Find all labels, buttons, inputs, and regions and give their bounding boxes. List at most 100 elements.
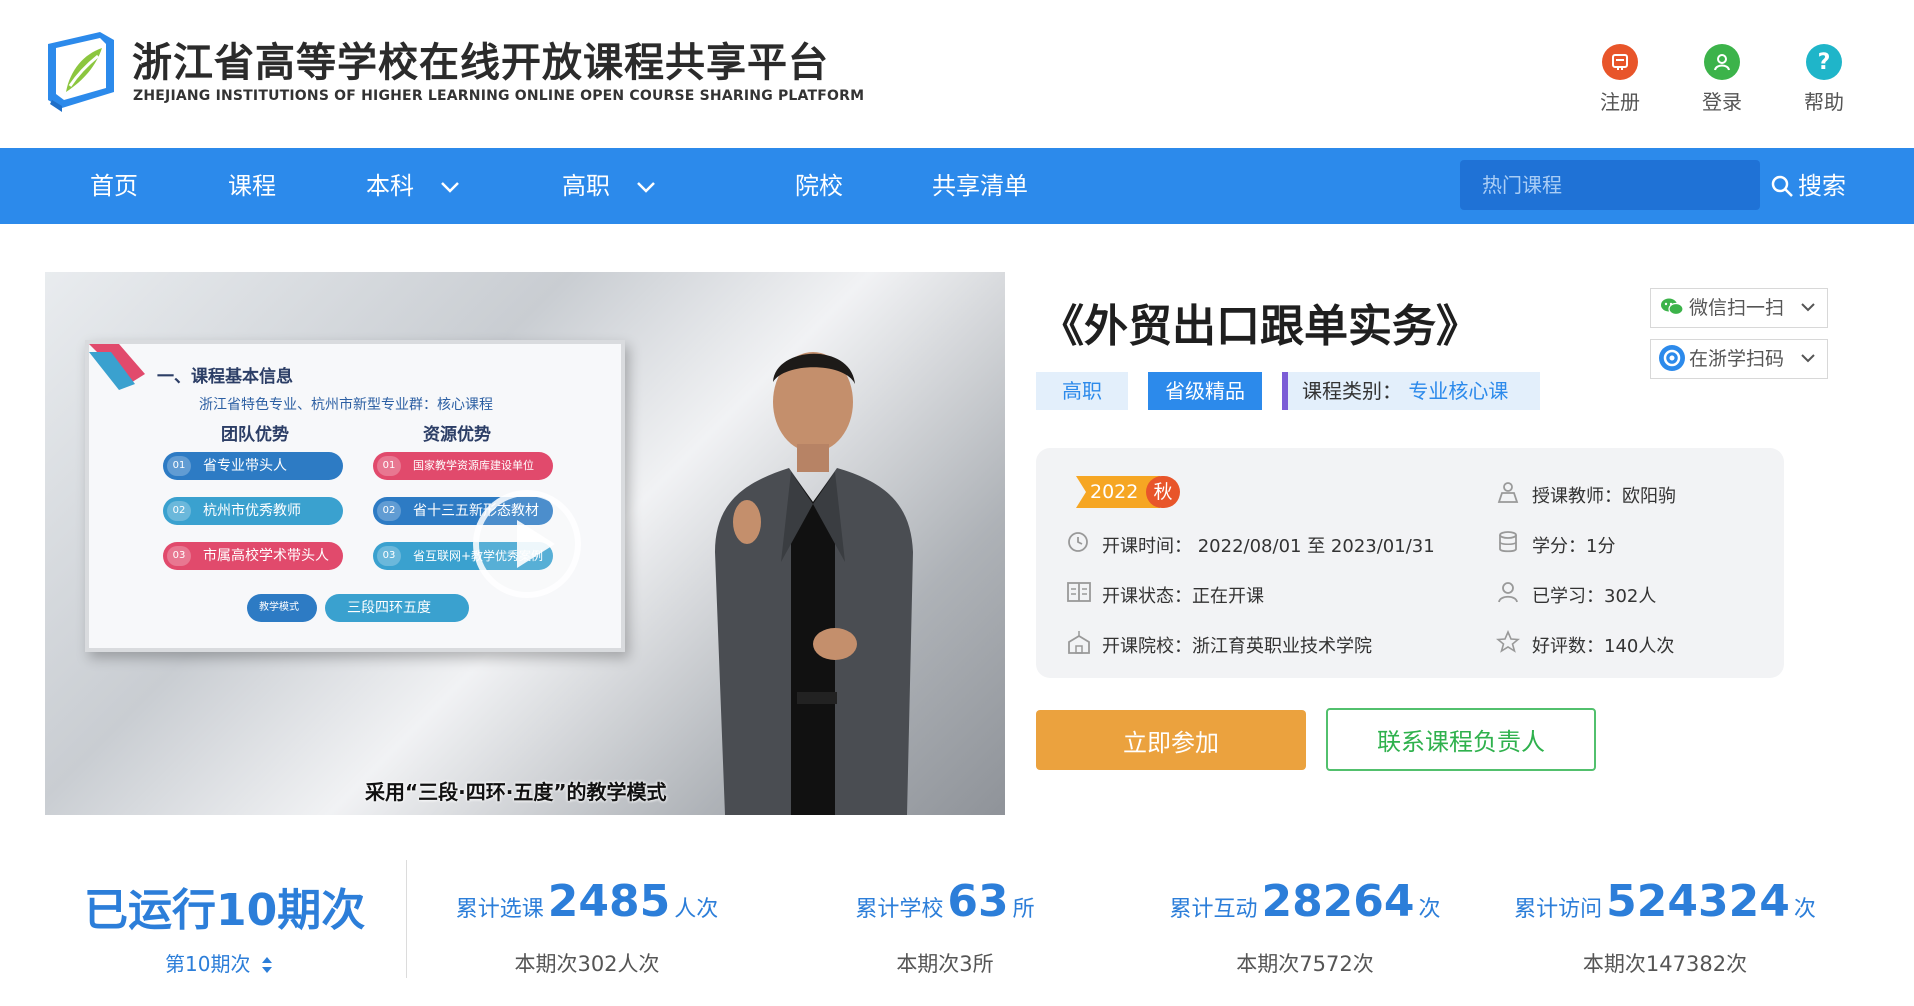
period-selector-label: 第10期次 <box>165 952 251 976</box>
join-course-button[interactable]: 立即参加 <box>1036 710 1306 770</box>
stat-number: 63 <box>947 876 1009 927</box>
stat-label: 累计互动 <box>1169 897 1258 922</box>
course-info-panel: 2022 秋 开课时间： 2022/08/01 至 2023/01/31 开课状… <box>1036 448 1784 678</box>
info-credit-text: 学分：1分 <box>1532 536 1616 557</box>
book-icon <box>1067 582 1091 602</box>
category-label: 课程类别： <box>1302 379 1402 403</box>
stat-number: 2485 <box>547 876 671 927</box>
login-label: 登录 <box>1702 90 1742 114</box>
user-icon <box>1498 582 1518 603</box>
database-icon <box>1499 531 1517 553</box>
slide-item: 01 省专业带头人 <box>163 452 343 480</box>
main-nav: 首页 课程 本科 高职 院校 共享清单 搜索 <box>0 148 1914 224</box>
course-video-player[interactable]: 一、课程基本信息 浙江省特色专业、杭州市新型专业群：核心课程 团队优势 资源优势… <box>45 272 1005 815</box>
wechat-share-label: 微信扫一扫 <box>1689 297 1785 319</box>
sort-arrows-icon <box>262 957 273 973</box>
stat-unit: 次 <box>1793 897 1816 922</box>
tag-provincial-quality: 省级精品 <box>1148 372 1262 410</box>
star-icon <box>1496 630 1520 653</box>
stats-divider <box>406 860 407 978</box>
slide-mode-value: 三段四环五度 <box>325 594 469 622</box>
login-user-icon <box>1704 44 1740 80</box>
stat-unit: 次 <box>1418 897 1441 922</box>
nav-share-list[interactable]: 共享清单 <box>932 148 1028 224</box>
stat-schools-current: 本期次3所 <box>896 952 994 976</box>
zhexue-scan-dropdown[interactable]: 在浙学扫码 <box>1650 339 1828 379</box>
run-periods-title: 已运行10期次 <box>84 885 366 936</box>
course-title: 《外贸出口跟单实务》 <box>1040 301 1480 352</box>
stat-number: 28264 <box>1261 876 1415 927</box>
clock-icon <box>1068 532 1088 552</box>
presenter-figure <box>715 352 913 815</box>
info-learners-text: 已学习：302人 <box>1532 586 1657 607</box>
chevron-down-icon <box>1801 303 1815 312</box>
info-status-text: 开课状态：正在开课 <box>1102 586 1264 607</box>
nav-undergraduate-label: 本科 <box>366 172 414 200</box>
search-input[interactable] <box>1460 160 1760 210</box>
slide-col-team: 团队优势 <box>221 425 289 445</box>
slide-item: 02 杭州市优秀教师 <box>163 497 343 525</box>
chevron-down-icon <box>1801 354 1815 363</box>
teacher-icon <box>1497 482 1519 503</box>
chevron-down-icon <box>440 182 459 193</box>
slide-subtitle: 浙江省特色专业、杭州市新型专业群：核心课程 <box>199 397 493 413</box>
slide-mode-label: 教学模式 <box>247 594 317 622</box>
school-icon <box>1068 631 1090 654</box>
stat-enrollments: 累计选课2485 人次 <box>452 876 722 927</box>
wechat-icon <box>1659 294 1685 320</box>
video-caption: 采用“三段·四环·五度”的教学模式 <box>365 780 667 804</box>
stat-interactions: 累计互动28264 次 <box>1150 876 1460 927</box>
search-icon <box>1771 175 1793 197</box>
stat-enrollments-current: 本期次302人次 <box>514 952 660 976</box>
play-button[interactable] <box>473 490 581 598</box>
stat-unit: 人次 <box>674 897 719 922</box>
zhexue-icon <box>1659 345 1685 371</box>
semester-season: 秋 <box>1146 476 1180 508</box>
nav-courses[interactable]: 课程 <box>228 148 276 224</box>
info-teacher-text: 授课教师：欧阳驹 <box>1532 486 1676 507</box>
stat-label: 累计访问 <box>1514 897 1603 922</box>
site-subtitle: ZHEJIANG INSTITUTIONS OF HIGHER LEARNING… <box>133 88 865 104</box>
search-button-label: 搜索 <box>1798 172 1846 200</box>
nav-vocational[interactable]: 高职 <box>562 148 656 224</box>
stat-unit: 所 <box>1012 897 1035 922</box>
nav-undergraduate[interactable]: 本科 <box>366 148 460 224</box>
register-label: 注册 <box>1600 90 1640 114</box>
nav-vocational-label: 高职 <box>562 172 610 200</box>
help-label: 帮助 <box>1804 90 1844 114</box>
info-rating-text: 好评数：140人次 <box>1532 636 1675 657</box>
period-selector[interactable]: 第10期次 <box>165 948 274 977</box>
stat-visits: 累计访问524324 次 <box>1500 876 1830 927</box>
site-title: 浙江省高等学校在线开放课程共享平台 <box>132 40 829 86</box>
slide-item: 03 市属高校学术带头人 <box>163 542 343 570</box>
stat-label: 累计选课 <box>455 897 544 922</box>
zhexue-scan-label: 在浙学扫码 <box>1689 348 1785 370</box>
register-button[interactable]: 注册 <box>1580 44 1660 115</box>
wechat-share-dropdown[interactable]: 微信扫一扫 <box>1650 288 1828 328</box>
stat-interactions-current: 本期次7572次 <box>1236 952 1374 976</box>
help-icon: ? <box>1806 44 1842 80</box>
login-button[interactable]: 登录 <box>1682 44 1762 115</box>
tag-course-category: 课程类别： 专业核心课 <box>1282 372 1540 410</box>
stat-number: 524324 <box>1606 876 1790 927</box>
nav-home[interactable]: 首页 <box>90 148 138 224</box>
chevron-down-icon <box>636 182 655 193</box>
register-icon <box>1602 44 1638 80</box>
stat-schools: 累计学校63 所 <box>800 876 1090 927</box>
category-value: 专业核心课 <box>1408 379 1509 403</box>
tag-vocational: 高职 <box>1036 372 1128 410</box>
info-school-text: 开课院校：浙江育英职业技术学院 <box>1102 636 1372 657</box>
slide-item: 01 国家教学资源库建设单位 <box>373 452 553 480</box>
nav-schools[interactable]: 院校 <box>795 148 843 224</box>
info-time-text: 开课时间： 2022/08/01 至 2023/01/31 <box>1102 536 1435 557</box>
help-button[interactable]: ? 帮助 <box>1784 44 1864 115</box>
platform-logo[interactable] <box>44 26 118 116</box>
stat-visits-current: 本期次147382次 <box>1582 952 1748 976</box>
slide-title: 一、课程基本信息 <box>157 367 293 387</box>
site-header: 浙江省高等学校在线开放课程共享平台 ZHEJIANG INSTITUTIONS … <box>0 0 1914 148</box>
slide-corner-decoration <box>89 344 145 390</box>
stat-label: 累计学校 <box>855 897 944 922</box>
search-button[interactable]: 搜索 <box>1770 148 1846 224</box>
slide-col-resource: 资源优势 <box>423 425 491 445</box>
contact-owner-button[interactable]: 联系课程负责人 <box>1326 708 1596 771</box>
